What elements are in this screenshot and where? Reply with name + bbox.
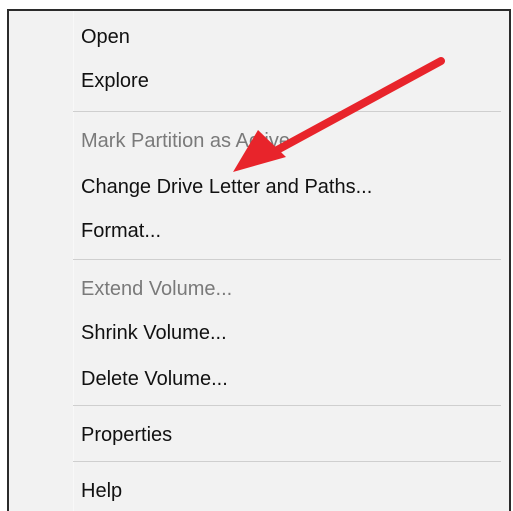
menu-item-mark-partition-active: Mark Partition as Active [81, 129, 290, 152]
menu-item-properties[interactable]: Properties [9, 413, 509, 457]
context-menu: Open Explore Mark Partition as Active Ch… [7, 9, 511, 511]
menu-item-format[interactable]: Format... [9, 209, 509, 253]
menu-separator [73, 259, 501, 260]
menu-item-explore[interactable]: Explore [9, 59, 509, 103]
menu-item-delete-volume[interactable]: Delete Volume... [9, 357, 509, 401]
menu-item-shrink-volume[interactable]: Shrink Volume... [9, 311, 509, 355]
menu-separator [73, 111, 501, 112]
menu-item-extend-volume: Extend Volume... [81, 277, 233, 300]
menu-item-help[interactable]: Help [9, 469, 509, 511]
menu-item-open[interactable]: Open [9, 15, 509, 59]
page-top-margin [0, 0, 513, 9]
menu-separator [73, 405, 501, 406]
menu-item-change-drive-letter[interactable]: Change Drive Letter and Paths... [9, 165, 509, 209]
menu-separator [73, 461, 501, 462]
